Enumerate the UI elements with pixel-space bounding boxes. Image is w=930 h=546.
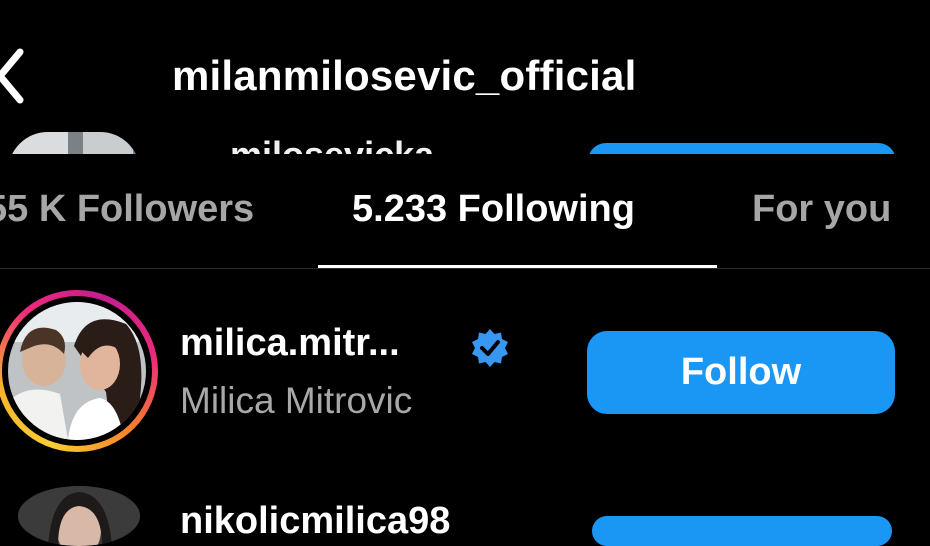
divider xyxy=(0,268,930,269)
avatar[interactable] xyxy=(18,486,140,546)
list-item-username[interactable]: nikolicmilica98 xyxy=(180,500,450,543)
tab-following[interactable]: 5.233 Following xyxy=(352,188,635,231)
avatar[interactable] xyxy=(8,302,146,440)
tab-for-you[interactable]: For you xyxy=(752,188,891,231)
back-button[interactable] xyxy=(0,44,34,108)
verified-badge-icon xyxy=(470,328,510,368)
follow-button[interactable]: Follow xyxy=(587,331,895,414)
tab-followers[interactable]: 55 K Followers xyxy=(0,188,254,231)
follow-button[interactable] xyxy=(592,516,892,546)
list-item-fullname: Milica Mitrovic xyxy=(180,380,413,421)
page-title: milanmilosevic_official xyxy=(172,52,637,99)
list-item-username[interactable]: milica.mitr... xyxy=(180,322,400,365)
chevron-left-icon xyxy=(0,48,24,104)
